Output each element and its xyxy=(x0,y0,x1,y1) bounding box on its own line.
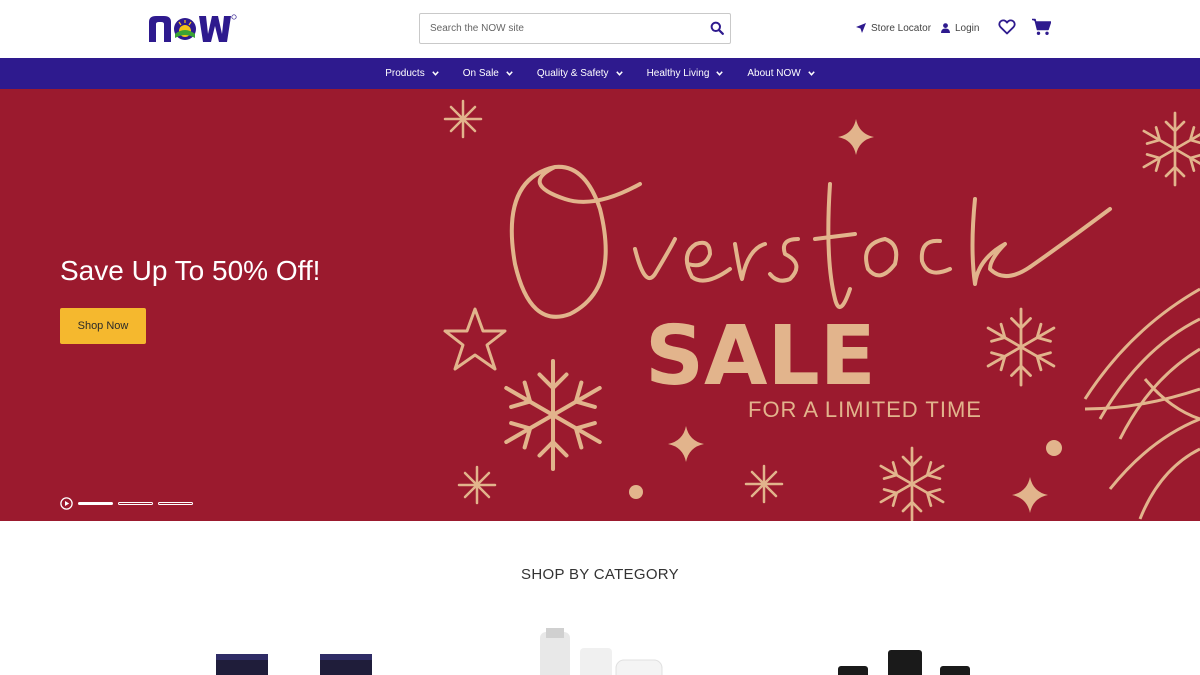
search-input[interactable] xyxy=(420,14,700,43)
carousel-dot[interactable] xyxy=(158,502,193,505)
now-logo[interactable] xyxy=(148,12,238,44)
play-icon[interactable] xyxy=(60,497,73,510)
hero-banner[interactable]: Save Up To 50% Off! Shop Now SALE FOR A … xyxy=(0,89,1200,521)
carousel-dot[interactable] xyxy=(118,502,153,505)
site-header: Store Locator Login xyxy=(0,0,1200,58)
chevron-down-icon xyxy=(807,71,815,76)
supplements-category-image[interactable] xyxy=(210,628,380,675)
sale-text: SALE xyxy=(645,309,876,404)
chevron-down-icon xyxy=(506,71,513,76)
shop-by-category-heading: SHOP BY CATEGORY xyxy=(521,566,679,583)
chevron-down-icon xyxy=(615,71,623,76)
login-link[interactable]: Login xyxy=(941,20,979,36)
login-label: Login xyxy=(955,22,980,34)
heart-icon[interactable] xyxy=(998,18,1016,36)
search-box[interactable] xyxy=(419,13,731,44)
nav-item-label: On Sale xyxy=(462,68,499,79)
main-nav: Products On Sale Quality & Safety Health… xyxy=(0,58,1200,89)
overstock-sale-artwork: SALE FOR A LIMITED TIME xyxy=(443,99,1200,521)
navigation-arrow-icon xyxy=(856,23,866,33)
nav-item-products[interactable]: Products xyxy=(385,68,439,79)
chevron-down-icon xyxy=(431,71,439,76)
shop-now-button[interactable]: Shop Now xyxy=(60,308,146,344)
limited-time-text: FOR A LIMITED TIME xyxy=(748,397,982,422)
nav-item-on-sale[interactable]: On Sale xyxy=(463,68,513,79)
nav-item-label: Quality & Safety xyxy=(536,68,609,79)
carousel-dot[interactable] xyxy=(78,502,113,505)
essential-oils-category-image[interactable] xyxy=(830,628,980,675)
search-icon[interactable] xyxy=(710,21,724,35)
user-icon xyxy=(941,23,950,33)
nav-item-label: Healthy Living xyxy=(646,68,710,79)
carousel-controls xyxy=(60,497,198,510)
store-locator-link[interactable]: Store Locator xyxy=(856,20,931,36)
cart-icon[interactable] xyxy=(1032,18,1051,36)
nav-item-healthy-living[interactable]: Healthy Living xyxy=(647,68,724,79)
nav-item-quality-safety[interactable]: Quality & Safety xyxy=(537,68,623,79)
nav-item-about-now[interactable]: About NOW xyxy=(747,68,815,79)
nav-item-label: About NOW xyxy=(747,68,801,79)
beauty-category-image[interactable] xyxy=(530,628,670,675)
store-locator-label: Store Locator xyxy=(871,22,932,34)
nav-item-label: Products xyxy=(385,68,425,79)
chevron-down-icon xyxy=(716,71,724,76)
hero-headline: Save Up To 50% Off! xyxy=(60,255,321,286)
